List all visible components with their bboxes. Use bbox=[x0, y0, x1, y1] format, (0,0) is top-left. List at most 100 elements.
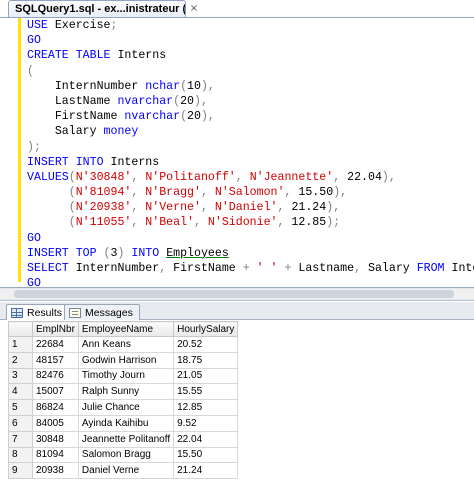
table-row[interactable]: 2 48157 Godwin Harrison 18.75 bbox=[8, 351, 239, 369]
code-token: ); bbox=[326, 216, 341, 230]
code-token: Employees bbox=[166, 246, 229, 260]
code-token: , bbox=[235, 170, 250, 184]
employee-name-cell[interactable]: Jeannette Politanoff bbox=[77, 430, 175, 448]
code-token: N'Jeannette' bbox=[249, 170, 334, 184]
scrollbar-thumb[interactable] bbox=[14, 290, 454, 298]
code-line[interactable]: GO bbox=[27, 277, 472, 287]
table-row[interactable]: 3 82476 Timothy Journ 21.05 bbox=[8, 367, 239, 385]
code-line[interactable]: (N'11055', N'Beal', N'Sidonie', 12.85); bbox=[27, 216, 472, 231]
code-line[interactable]: LastName nvarchar(20), bbox=[27, 95, 472, 110]
table-row[interactable]: 7 30848 Jeannette Politanoff 22.04 bbox=[8, 430, 239, 448]
row-number-cell[interactable]: 5 bbox=[8, 399, 33, 416]
employee-name-cell[interactable]: Daniel Verne bbox=[77, 462, 175, 480]
code-line[interactable]: GO bbox=[27, 34, 472, 49]
column-header-rownum[interactable] bbox=[8, 321, 33, 337]
results-grid[interactable]: EmplNbr EmployeeName HourlySalary 1 22684… bbox=[8, 321, 239, 480]
column-header-hourlysalary[interactable]: HourlySalary bbox=[173, 321, 239, 337]
hourly-salary-cell[interactable]: 15.50 bbox=[173, 446, 239, 464]
code-line[interactable]: INSERT INTO Interns bbox=[27, 156, 472, 171]
emplnbr-cell[interactable]: 81094 bbox=[32, 446, 79, 464]
close-tab-icon[interactable]: × bbox=[188, 3, 200, 15]
code-token: nvarchar bbox=[124, 110, 181, 124]
code-token: ), bbox=[200, 79, 215, 93]
code-line[interactable]: VALUES(N'30848', N'Politanoff', N'Jeanne… bbox=[27, 171, 472, 186]
code-token: ( bbox=[180, 110, 188, 124]
table-row[interactable]: 6 84005 Ayinda Kaihibu 9.52 bbox=[8, 414, 239, 432]
table-row[interactable]: 9 20938 Daniel Verne 21.24 bbox=[8, 462, 239, 480]
code-token: InternNumber bbox=[27, 79, 146, 93]
row-number-cell[interactable]: 9 bbox=[8, 462, 33, 480]
hourly-salary-cell[interactable]: 9.52 bbox=[173, 414, 239, 432]
emplnbr-cell[interactable]: 86824 bbox=[32, 399, 79, 416]
code-token: GO bbox=[27, 34, 41, 48]
code-token: Salary bbox=[367, 262, 417, 275]
code-token: money bbox=[103, 125, 139, 139]
hourly-salary-cell[interactable]: 18.75 bbox=[173, 351, 239, 369]
code-token: N'Salomon' bbox=[214, 186, 285, 200]
code-token: FROM bbox=[416, 262, 452, 275]
hourly-salary-cell[interactable]: 12.85 bbox=[173, 399, 239, 416]
code-line[interactable]: ); bbox=[27, 141, 472, 156]
horizontal-scrollbar[interactable] bbox=[0, 289, 474, 299]
code-line[interactable]: INSERT TOP (3) INTO Employees bbox=[27, 247, 472, 262]
query-editor[interactable]: USE Exercise; GO CREATE TABLE Interns( Int… bbox=[0, 17, 474, 287]
sql-code[interactable]: USE Exercise; GO CREATE TABLE Interns( Int… bbox=[27, 19, 474, 287]
employee-name-cell[interactable]: Salomon Bragg bbox=[77, 446, 175, 464]
hourly-salary-cell[interactable]: 21.05 bbox=[173, 367, 239, 385]
hourly-salary-cell[interactable]: 22.04 bbox=[173, 430, 239, 448]
employee-name-cell[interactable]: Ann Keans bbox=[77, 336, 175, 353]
hourly-salary-cell[interactable]: 15.55 bbox=[173, 383, 239, 401]
row-number-cell[interactable]: 7 bbox=[8, 430, 33, 448]
emplnbr-cell[interactable]: 82476 bbox=[32, 367, 79, 385]
emplnbr-cell[interactable]: 48157 bbox=[32, 351, 79, 369]
row-number-cell[interactable]: 3 bbox=[8, 367, 33, 385]
hourly-salary-cell[interactable]: 21.24 bbox=[173, 462, 239, 480]
code-line[interactable]: Salary money bbox=[27, 125, 472, 140]
code-line[interactable]: (N'81094', N'Bragg', N'Salomon', 15.50), bbox=[27, 186, 472, 201]
row-number-cell[interactable]: 1 bbox=[8, 336, 33, 353]
code-token: INSERT INTO bbox=[27, 155, 111, 169]
code-token: , bbox=[131, 186, 146, 200]
tab-results[interactable]: Results bbox=[6, 304, 70, 320]
hourly-salary-cell[interactable]: 20.52 bbox=[173, 336, 239, 353]
table-row[interactable]: 8 81094 Salomon Bragg 15.50 bbox=[8, 446, 239, 464]
code-line[interactable]: InternNumber nchar(10), bbox=[27, 80, 472, 95]
tab-messages[interactable]: Messages bbox=[64, 304, 140, 320]
emplnbr-cell[interactable]: 22684 bbox=[32, 336, 79, 353]
code-token: N'81094' bbox=[75, 186, 132, 200]
table-row[interactable]: 4 15007 Ralph Sunny 15.55 bbox=[8, 383, 239, 401]
code-line[interactable]: (N'20938', N'Verne', N'Daniel', 21.24), bbox=[27, 201, 472, 216]
table-row[interactable]: 5 86824 Julie Chance 12.85 bbox=[8, 399, 239, 416]
emplnbr-cell[interactable]: 84005 bbox=[32, 414, 79, 432]
row-number-cell[interactable]: 2 bbox=[8, 351, 33, 369]
row-number-cell[interactable]: 4 bbox=[8, 383, 33, 401]
code-token: , bbox=[277, 201, 292, 215]
code-token: Interns bbox=[110, 155, 160, 169]
table-row[interactable]: 1 22684 Ann Keans 20.52 bbox=[8, 336, 239, 353]
code-token: ; bbox=[110, 19, 118, 32]
row-number-cell[interactable]: 8 bbox=[8, 446, 33, 464]
employee-name-cell[interactable]: Godwin Harrison bbox=[77, 351, 175, 369]
code-line[interactable]: CREATE TABLE Interns bbox=[27, 49, 472, 64]
code-line[interactable]: USE Exercise; bbox=[27, 19, 472, 34]
employee-name-cell[interactable]: Ayinda Kaihibu bbox=[77, 414, 175, 432]
document-tab[interactable]: SQLQuery1.sql - ex...inistrateur (54))* bbox=[8, 0, 186, 17]
code-token: N'30848' bbox=[75, 170, 132, 184]
emplnbr-cell[interactable]: 30848 bbox=[32, 430, 79, 448]
employee-name-cell[interactable]: Julie Chance bbox=[77, 399, 175, 416]
emplnbr-cell[interactable]: 15007 bbox=[32, 383, 79, 401]
column-header-emplnbr[interactable]: EmplNbr bbox=[32, 321, 79, 337]
tab-messages-label: Messages bbox=[85, 307, 133, 319]
employee-name-cell[interactable]: Timothy Journ bbox=[77, 367, 175, 385]
code-token: , bbox=[333, 170, 348, 184]
column-header-employeename[interactable]: EmployeeName bbox=[77, 321, 175, 337]
code-line[interactable]: SELECT InternNumber, FirstName + ' ' + L… bbox=[27, 262, 474, 277]
code-token: + bbox=[284, 262, 299, 275]
emplnbr-cell[interactable]: 20938 bbox=[32, 462, 79, 480]
code-line[interactable]: FirstName nvarchar(20), bbox=[27, 110, 472, 125]
row-number-cell[interactable]: 6 bbox=[8, 414, 33, 432]
employee-name-cell[interactable]: Ralph Sunny bbox=[77, 383, 175, 401]
code-line[interactable]: ( bbox=[27, 65, 472, 80]
code-line[interactable]: GO bbox=[27, 232, 472, 247]
code-token: , bbox=[200, 186, 215, 200]
